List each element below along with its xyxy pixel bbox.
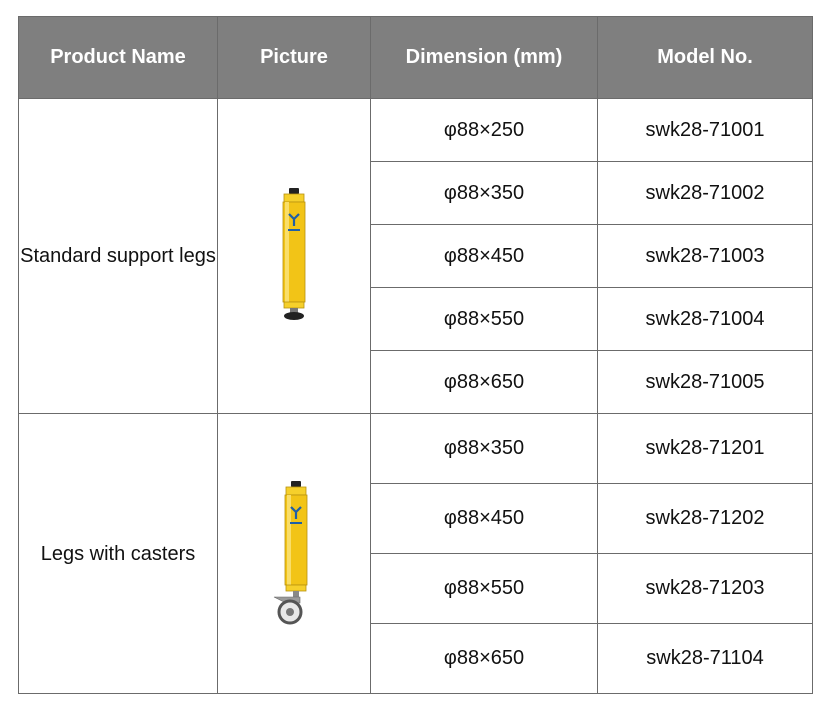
model-cell: swk28-71201 [597,413,813,484]
dimension-cell: φ88×650 [370,623,598,694]
picture-cell [217,98,371,414]
dimension-cell: φ88×350 [370,161,598,225]
dimension-cell: φ88×250 [370,98,598,162]
header-model-no: Model No. [597,16,813,99]
model-cell: swk28-71003 [597,224,813,288]
model-cell: swk28-71104 [597,623,813,694]
table-row: Standard support legs φ88×250 swk28-7100… [18,98,813,414]
header-dimension: Dimension (mm) [370,16,598,99]
table-row: Legs with casters φ88×350 swk28-71201 [18,413,813,694]
dimension-cell: φ88×650 [370,350,598,414]
product-name-legs-with-casters: Legs with casters [18,413,218,694]
product-spec-table: Product Name Picture Dimension (mm) Mode… [18,16,813,694]
model-cell: swk28-71001 [597,98,813,162]
model-cell: swk28-71004 [597,287,813,351]
standard-support-leg-icon [282,188,306,320]
table-header-row: Product Name Picture Dimension (mm) Mode… [18,16,813,99]
dimension-cell: φ88×450 [370,224,598,288]
dimension-cell: φ88×450 [370,483,598,554]
model-cell: swk28-71005 [597,350,813,414]
dimension-cell: φ88×550 [370,287,598,351]
model-cell: swk28-71203 [597,553,813,624]
caster-leg-icon [273,480,308,624]
product-name-standard-support-legs: Standard support legs [18,98,218,414]
model-cell: swk28-71202 [597,483,813,554]
header-product-name: Product Name [18,16,218,99]
picture-cell [217,413,371,694]
model-cell: swk28-71002 [597,161,813,225]
dimension-cell: φ88×550 [370,553,598,624]
dimension-cell: φ88×350 [370,413,598,484]
header-picture: Picture [217,16,371,99]
